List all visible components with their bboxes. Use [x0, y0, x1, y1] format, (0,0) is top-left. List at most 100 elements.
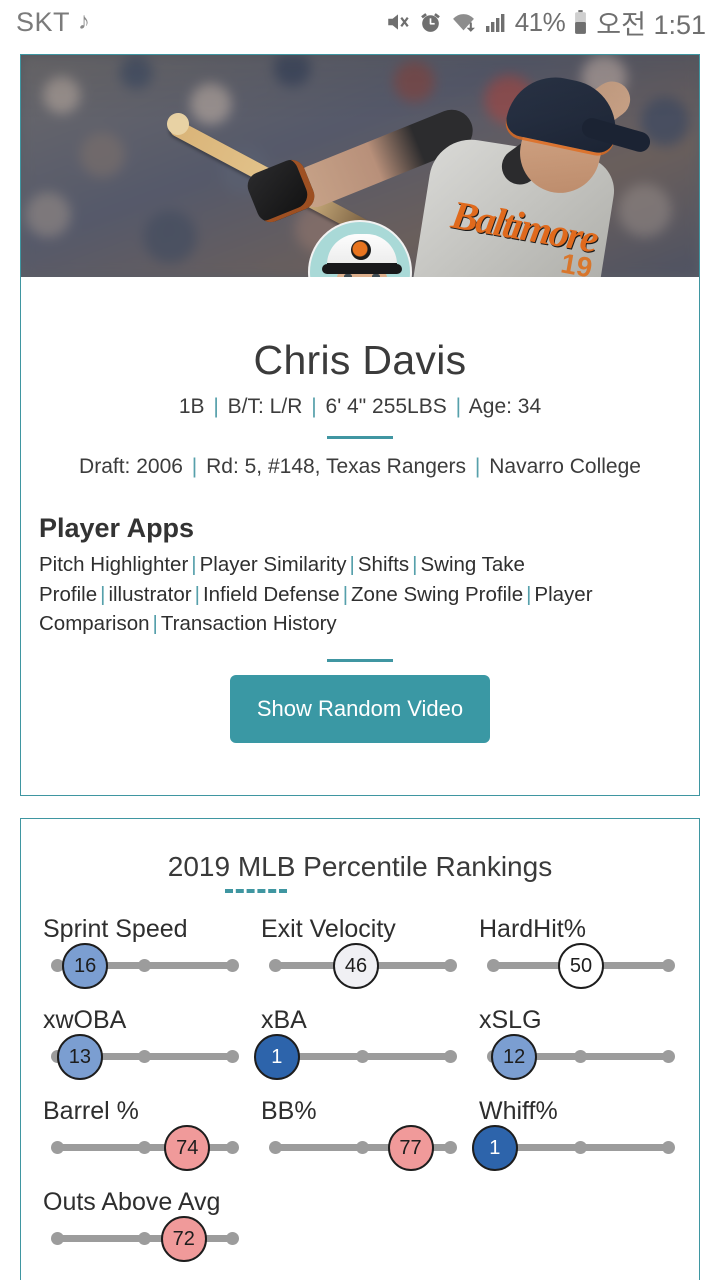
percentile-metric-label: Whiff%: [479, 1097, 558, 1126]
bio-separator: |: [213, 395, 219, 418]
slider-tick-mid: [138, 959, 151, 973]
slider-tick-max: [444, 959, 457, 973]
slider-tick-min: [487, 959, 500, 973]
app-link-shifts[interactable]: Shifts: [358, 553, 409, 576]
slider-tick-max: [662, 959, 675, 973]
draft-separator: |: [191, 455, 198, 478]
draft-college: Navarro College: [489, 455, 641, 478]
slider-tick-max: [226, 1141, 239, 1155]
slider-tick-max: [226, 959, 239, 973]
percentile-metric: Exit Velocity 46: [253, 915, 471, 990]
percentile-value-bubble[interactable]: 1: [471, 1125, 518, 1172]
slider-tick-min: [269, 1141, 282, 1155]
slider-tick-mid: [138, 1050, 151, 1064]
percentile-metric-label: BB%: [261, 1097, 317, 1126]
percentile-value-bubble[interactable]: 1: [253, 1034, 300, 1081]
volume-mute-icon: [385, 9, 411, 35]
bio-divider: [327, 436, 393, 439]
percentile-metric-label: Outs Above Avg: [43, 1188, 221, 1217]
app-link-transaction-history[interactable]: Transaction History: [161, 612, 337, 635]
percentile-metric-label: Sprint Speed: [43, 915, 188, 944]
percentile-slider: 46: [253, 943, 471, 990]
avatar-eyes: [344, 274, 380, 277]
percentile-slider: 72: [35, 1216, 253, 1263]
percentile-slider: 12: [471, 1034, 689, 1081]
slider-tick-max: [444, 1050, 457, 1064]
slider-tick-max: [662, 1050, 675, 1064]
percentile-value-bubble[interactable]: 74: [164, 1125, 211, 1172]
percentile-value-bubble[interactable]: 77: [387, 1125, 434, 1172]
app-link-illustrator[interactable]: illustrator: [108, 583, 191, 606]
draft-line: Draft: 2006 | Rd: 5, #148, Texas Rangers…: [39, 455, 681, 479]
slider-tick-mid: [574, 1050, 587, 1064]
slider-tick-min: [51, 1141, 64, 1155]
slider-tick-mid: [356, 1050, 369, 1064]
slider-tick-min: [269, 959, 282, 973]
percentile-metric: Outs Above Avg 72: [35, 1188, 253, 1263]
app-link-pitch-highlighter[interactable]: Pitch Highlighter: [39, 553, 188, 576]
status-bar-right: 41% 오전 1:51: [385, 3, 706, 42]
percentile-metric-label: Barrel %: [43, 1097, 139, 1126]
draft-team: Texas Rangers: [325, 455, 467, 478]
draft-label: Draft:: [79, 455, 131, 478]
percentile-metric: BB% 77: [253, 1097, 471, 1172]
draft-separator: |: [474, 455, 481, 478]
show-random-video-button[interactable]: Show Random Video: [229, 675, 491, 744]
hero-image: Baltimore 19: [21, 55, 699, 277]
draft-round: Rd: 5, #148,: [206, 455, 321, 478]
app-link-separator: |: [412, 553, 418, 576]
app-link-infield-defense[interactable]: Infield Defense: [203, 583, 340, 606]
player-card: Baltimore 19 Chris Davis 1B | B/T: L/R |…: [20, 54, 700, 797]
slider-tick-mid: [138, 1141, 151, 1155]
slider-tick-max: [226, 1050, 239, 1064]
percentile-title-wrap: 2019 MLB Percentile Rankings: [21, 835, 699, 894]
carrier-label: SKT: [16, 6, 71, 37]
percentile-metric-grid: Sprint Speed 16 Exit Velocity 46 HardHit% 50 x…: [21, 893, 699, 1263]
slider-tick-max: [226, 1232, 239, 1246]
percentile-slider: 13: [35, 1034, 253, 1081]
percentile-metric: HardHit% 50: [471, 915, 689, 990]
percentile-metric-label: xwOBA: [43, 1006, 127, 1035]
app-link-separator: |: [526, 582, 532, 606]
percentile-metric-label: Exit Velocity: [261, 915, 396, 944]
percentile-slider: 50: [471, 943, 689, 990]
music-note-icon: ♪: [78, 8, 91, 35]
app-link-zone-swing-profile[interactable]: Zone Swing Profile: [351, 583, 523, 606]
status-bar: SKT ♪ 41% 오전 1:51: [0, 0, 720, 44]
percentile-slider: 1: [471, 1125, 689, 1172]
percentile-value-bubble[interactable]: 50: [558, 943, 604, 990]
app-link-player-similarity[interactable]: Player Similarity: [200, 553, 347, 576]
percentile-metric: Whiff% 1: [471, 1097, 689, 1172]
player-apps-heading: Player Apps: [39, 513, 195, 543]
clock-label: 오전 1:51: [596, 9, 706, 40]
percentile-value-bubble[interactable]: 72: [160, 1216, 207, 1263]
slider-tick-mid: [574, 1141, 587, 1155]
percentile-metric: Sprint Speed 16: [35, 915, 253, 990]
percentile-metric-label: xSLG: [479, 1006, 542, 1035]
player-apps-section: Player Apps Pitch Highlighter | Player Sim…: [21, 493, 699, 795]
bio-position: 1B: [178, 395, 205, 418]
percentile-value-bubble[interactable]: 12: [491, 1034, 538, 1081]
bio-bats-throws: B/T: L/R: [227, 395, 303, 418]
alarm-clock-icon: [418, 10, 443, 35]
percentile-metric-label: xBA: [261, 1006, 307, 1035]
app-link-separator: |: [349, 553, 355, 576]
wifi-icon: [450, 10, 477, 35]
percentile-value-bubble[interactable]: 16: [62, 943, 109, 990]
slider-tick-max: [662, 1141, 675, 1155]
app-link-separator: |: [152, 612, 158, 636]
player-bio: Chris Davis 1B | B/T: L/R | 6' 4" 255LBS…: [21, 277, 699, 493]
slider-tick-max: [444, 1141, 457, 1155]
percentile-slider: 16: [35, 943, 253, 990]
percentile-title: 2019 MLB Percentile Rankings: [167, 851, 553, 883]
app-link-separator: |: [191, 553, 197, 576]
battery-icon: [572, 9, 589, 35]
percentile-rankings-card: 2019 MLB Percentile Rankings Sprint Spee…: [20, 818, 700, 1280]
slider-tick-mid: [138, 1232, 151, 1246]
app-link-separator: |: [100, 582, 106, 606]
percentile-value-bubble[interactable]: 46: [332, 943, 379, 990]
percentile-value-bubble[interactable]: 13: [56, 1034, 103, 1081]
bio-size: 6' 4" 255LBS: [325, 395, 447, 418]
percentile-slider: 77: [253, 1125, 471, 1172]
status-bar-left: SKT ♪: [16, 7, 90, 38]
